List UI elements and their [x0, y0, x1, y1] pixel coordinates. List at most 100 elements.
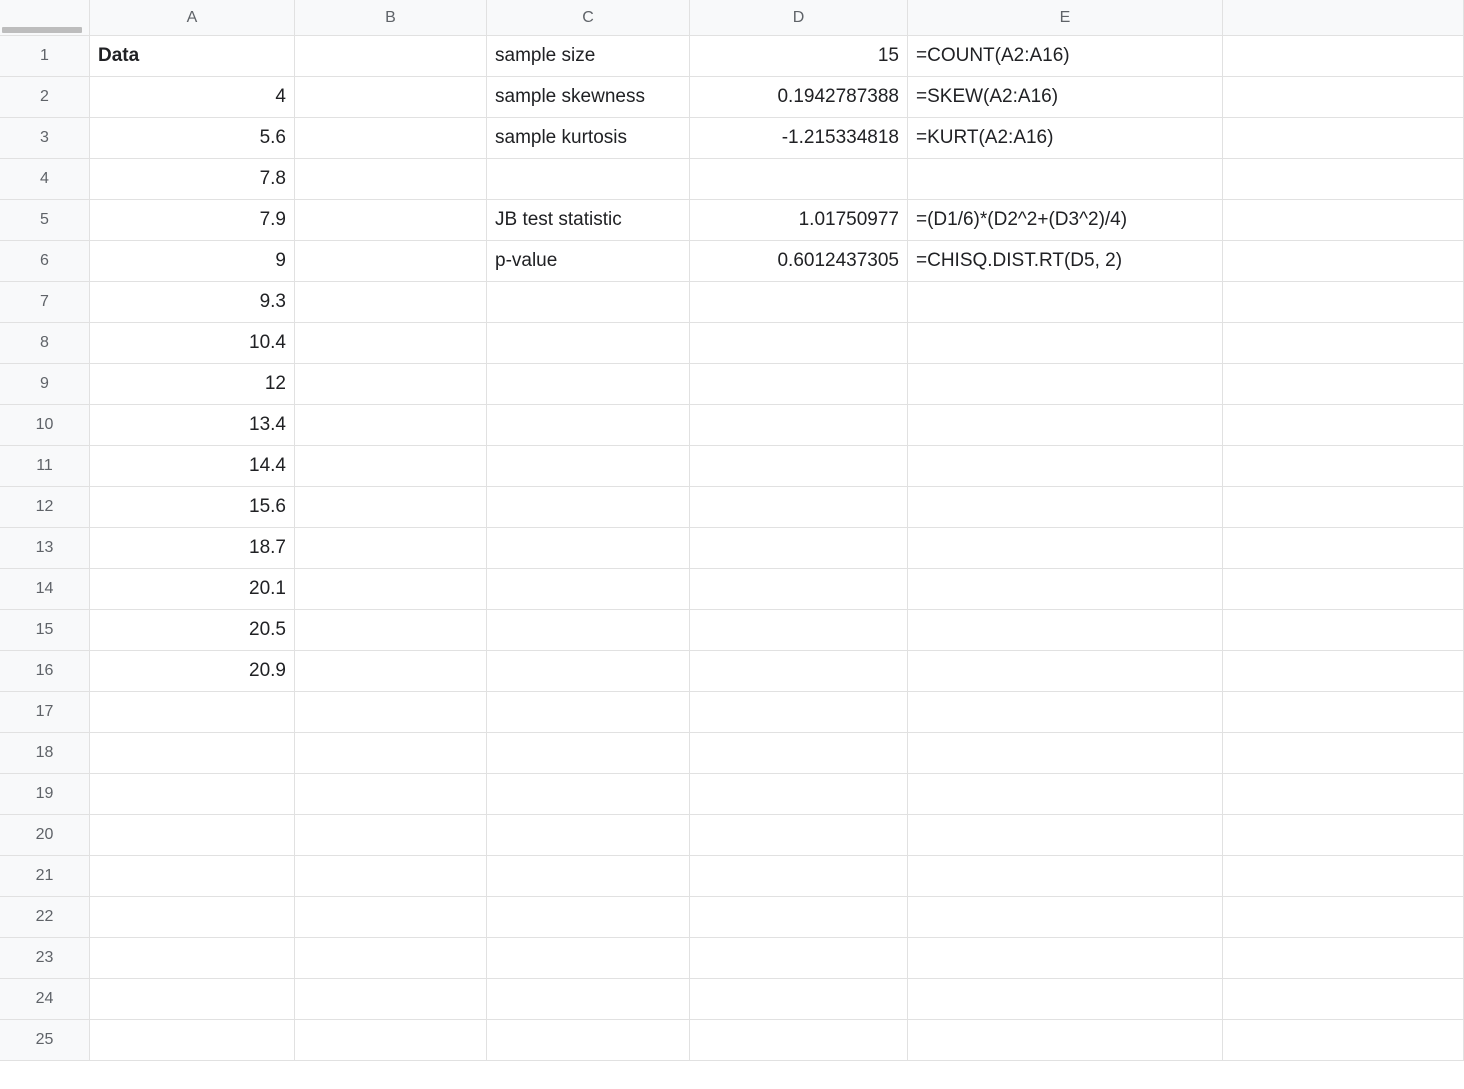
cell-e1[interactable]: =COUNT(A2:A16): [908, 36, 1223, 77]
row-header-19[interactable]: 19: [0, 774, 90, 815]
cell-c21[interactable]: [487, 856, 690, 897]
cell-a4[interactable]: 7.8: [90, 159, 295, 200]
cell-a9[interactable]: 12: [90, 364, 295, 405]
cell-d11[interactable]: [690, 446, 908, 487]
cell-a19[interactable]: [90, 774, 295, 815]
cell-d7[interactable]: [690, 282, 908, 323]
cell-a3[interactable]: 5.6: [90, 118, 295, 159]
cell-d16[interactable]: [690, 651, 908, 692]
cell-e18[interactable]: [908, 733, 1223, 774]
cell-c5[interactable]: JB test statistic: [487, 200, 690, 241]
cell-d14[interactable]: [690, 569, 908, 610]
cell-e2[interactable]: =SKEW(A2:A16): [908, 77, 1223, 118]
row-header-25[interactable]: 25: [0, 1020, 90, 1061]
row-header-4[interactable]: 4: [0, 159, 90, 200]
cell-c3[interactable]: sample kurtosis: [487, 118, 690, 159]
cell-d2[interactable]: 0.1942787388: [690, 77, 908, 118]
cell-a17[interactable]: [90, 692, 295, 733]
cell-extra-16[interactable]: [1223, 651, 1464, 692]
cell-extra-10[interactable]: [1223, 405, 1464, 446]
cell-a13[interactable]: 18.7: [90, 528, 295, 569]
cell-extra-22[interactable]: [1223, 897, 1464, 938]
cell-e15[interactable]: [908, 610, 1223, 651]
cell-a6[interactable]: 9: [90, 241, 295, 282]
row-header-23[interactable]: 23: [0, 938, 90, 979]
cell-a22[interactable]: [90, 897, 295, 938]
cell-e7[interactable]: [908, 282, 1223, 323]
cell-e17[interactable]: [908, 692, 1223, 733]
cell-b4[interactable]: [295, 159, 487, 200]
row-header-20[interactable]: 20: [0, 815, 90, 856]
cell-d18[interactable]: [690, 733, 908, 774]
cell-a25[interactable]: [90, 1020, 295, 1061]
cell-d21[interactable]: [690, 856, 908, 897]
cell-d5[interactable]: 1.01750977: [690, 200, 908, 241]
cell-b18[interactable]: [295, 733, 487, 774]
cell-e25[interactable]: [908, 1020, 1223, 1061]
cell-d20[interactable]: [690, 815, 908, 856]
cell-b5[interactable]: [295, 200, 487, 241]
column-header-c[interactable]: C: [487, 0, 690, 36]
cell-b12[interactable]: [295, 487, 487, 528]
cell-extra-14[interactable]: [1223, 569, 1464, 610]
cell-c14[interactable]: [487, 569, 690, 610]
cell-extra-19[interactable]: [1223, 774, 1464, 815]
cell-d8[interactable]: [690, 323, 908, 364]
cell-extra-7[interactable]: [1223, 282, 1464, 323]
row-header-22[interactable]: 22: [0, 897, 90, 938]
cell-d22[interactable]: [690, 897, 908, 938]
cell-c9[interactable]: [487, 364, 690, 405]
cell-e16[interactable]: [908, 651, 1223, 692]
row-header-11[interactable]: 11: [0, 446, 90, 487]
cell-a15[interactable]: 20.5: [90, 610, 295, 651]
cell-extra-17[interactable]: [1223, 692, 1464, 733]
row-header-6[interactable]: 6: [0, 241, 90, 282]
cell-e6[interactable]: =CHISQ.DIST.RT(D5, 2): [908, 241, 1223, 282]
row-header-7[interactable]: 7: [0, 282, 90, 323]
cell-e22[interactable]: [908, 897, 1223, 938]
row-header-10[interactable]: 10: [0, 405, 90, 446]
cell-c17[interactable]: [487, 692, 690, 733]
cell-c15[interactable]: [487, 610, 690, 651]
cell-e21[interactable]: [908, 856, 1223, 897]
cell-b8[interactable]: [295, 323, 487, 364]
cell-a21[interactable]: [90, 856, 295, 897]
column-header-d[interactable]: D: [690, 0, 908, 36]
cell-c8[interactable]: [487, 323, 690, 364]
cell-extra-12[interactable]: [1223, 487, 1464, 528]
cell-c12[interactable]: [487, 487, 690, 528]
cell-b3[interactable]: [295, 118, 487, 159]
cell-c20[interactable]: [487, 815, 690, 856]
cell-extra-18[interactable]: [1223, 733, 1464, 774]
cell-c23[interactable]: [487, 938, 690, 979]
cell-extra-6[interactable]: [1223, 241, 1464, 282]
cell-d24[interactable]: [690, 979, 908, 1020]
cell-b7[interactable]: [295, 282, 487, 323]
cell-c6[interactable]: p-value: [487, 241, 690, 282]
row-header-17[interactable]: 17: [0, 692, 90, 733]
cell-b11[interactable]: [295, 446, 487, 487]
row-header-16[interactable]: 16: [0, 651, 90, 692]
row-header-5[interactable]: 5: [0, 200, 90, 241]
cell-d23[interactable]: [690, 938, 908, 979]
cell-a5[interactable]: 7.9: [90, 200, 295, 241]
cell-b25[interactable]: [295, 1020, 487, 1061]
cell-d25[interactable]: [690, 1020, 908, 1061]
cell-e13[interactable]: [908, 528, 1223, 569]
cell-a18[interactable]: [90, 733, 295, 774]
cell-a7[interactable]: 9.3: [90, 282, 295, 323]
cell-c7[interactable]: [487, 282, 690, 323]
cell-c4[interactable]: [487, 159, 690, 200]
cell-a10[interactable]: 13.4: [90, 405, 295, 446]
cell-extra-13[interactable]: [1223, 528, 1464, 569]
row-header-12[interactable]: 12: [0, 487, 90, 528]
cell-c22[interactable]: [487, 897, 690, 938]
cell-extra-15[interactable]: [1223, 610, 1464, 651]
cell-extra-3[interactable]: [1223, 118, 1464, 159]
cell-b19[interactable]: [295, 774, 487, 815]
cell-extra-20[interactable]: [1223, 815, 1464, 856]
cell-c24[interactable]: [487, 979, 690, 1020]
cell-extra-8[interactable]: [1223, 323, 1464, 364]
cell-c10[interactable]: [487, 405, 690, 446]
row-header-14[interactable]: 14: [0, 569, 90, 610]
